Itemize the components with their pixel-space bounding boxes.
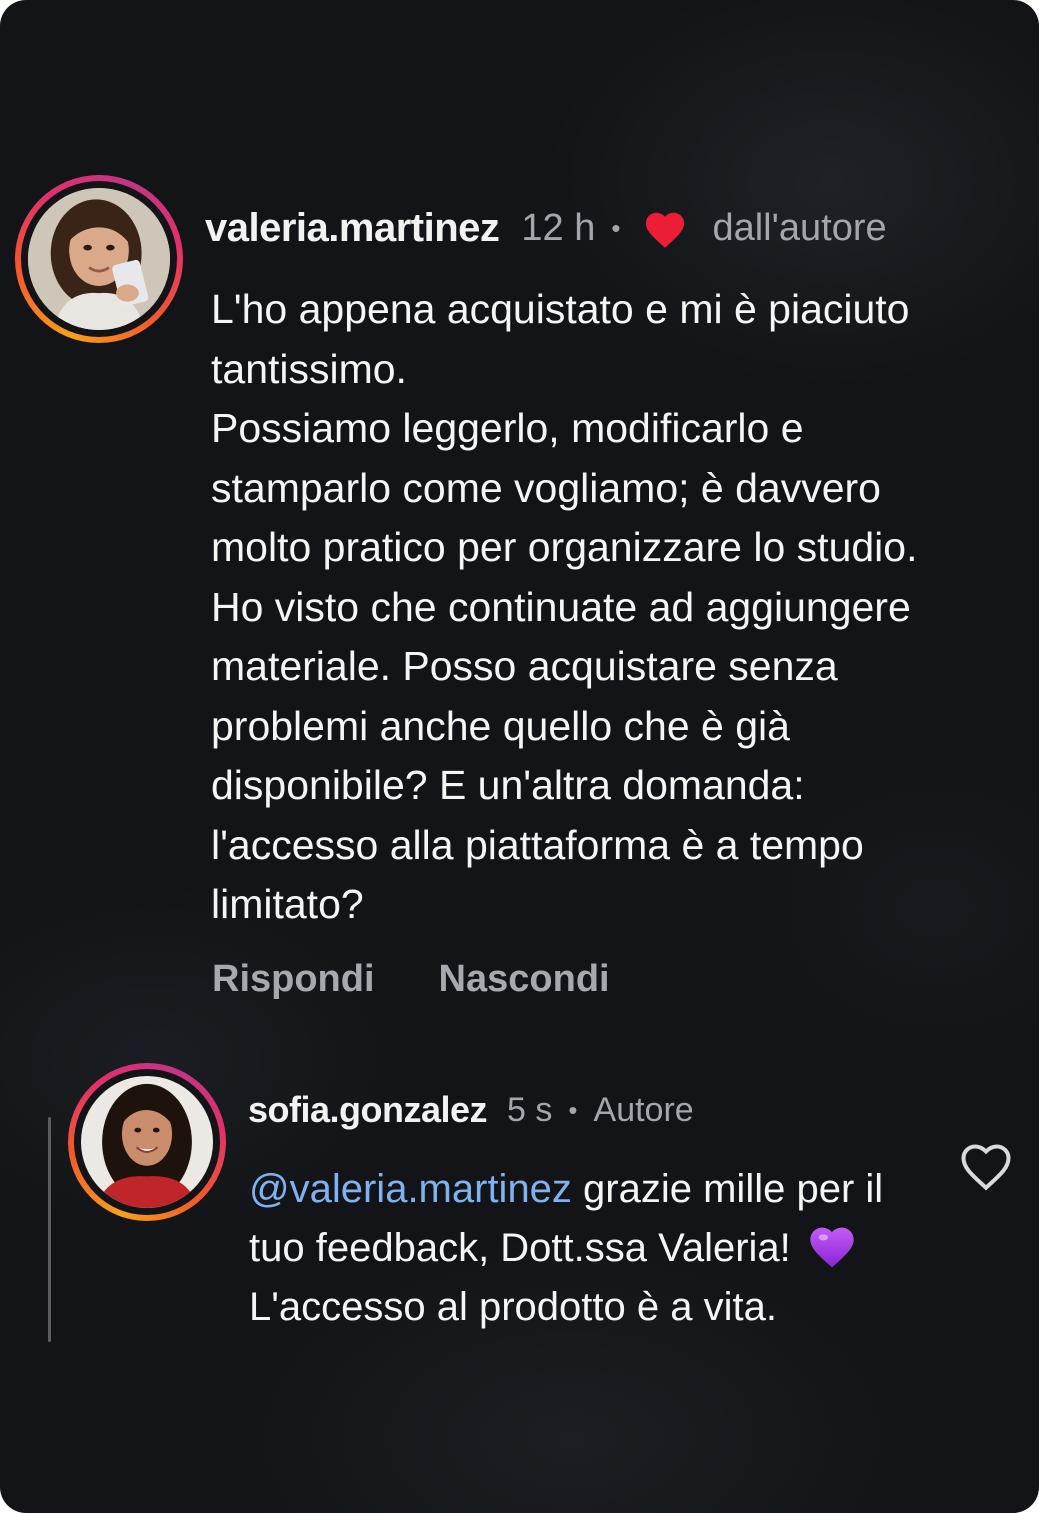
thread-line xyxy=(48,1117,51,1342)
reply-text: @valeria.martinez grazie mille per il tu… xyxy=(249,1160,949,1337)
comment-header: valeria.martinez 12 h • dall'autore xyxy=(205,200,887,256)
avatar-sofia-gonzalez[interactable] xyxy=(68,1063,226,1221)
reply-button[interactable]: Rispondi xyxy=(212,958,375,1001)
separator-dot: • xyxy=(611,212,621,243)
liked-by-author-label: dall'autore xyxy=(712,206,887,249)
heart-outline-icon[interactable] xyxy=(956,1136,1016,1192)
reply-text-part2: L'accesso al prodotto è a vita. xyxy=(249,1285,777,1329)
comment-actions: Rispondi Nascondi xyxy=(212,958,674,1001)
comment-text: L'ho appena acquistato e mi è piaciuto t… xyxy=(211,286,918,927)
heart-filled-icon xyxy=(646,212,685,248)
reply-timestamp: 5 s xyxy=(507,1090,553,1129)
avatar-photo xyxy=(28,188,170,330)
avatar-photo xyxy=(81,1076,213,1208)
reply-username[interactable]: sofia.gonzalez xyxy=(248,1089,488,1131)
profile-photo-icon xyxy=(28,188,170,330)
author-badge: Autore xyxy=(593,1090,694,1129)
comment-username[interactable]: valeria.martinez xyxy=(205,206,500,251)
profile-photo-icon xyxy=(81,1076,213,1208)
hide-button[interactable]: Nascondi xyxy=(439,958,610,1001)
comment-timestamp: 12 h xyxy=(521,206,596,249)
separator-dot: • xyxy=(568,1094,578,1125)
comments-panel: valeria.martinez 12 h • dall'autore L'ho… xyxy=(0,0,1039,1513)
reply-header: sofia.gonzalez 5 s • Autore xyxy=(248,1086,694,1134)
avatar-valeria-martinez[interactable] xyxy=(15,175,183,343)
mention-link[interactable]: @valeria.martinez xyxy=(249,1167,572,1211)
purple-heart-icon xyxy=(810,1227,854,1268)
